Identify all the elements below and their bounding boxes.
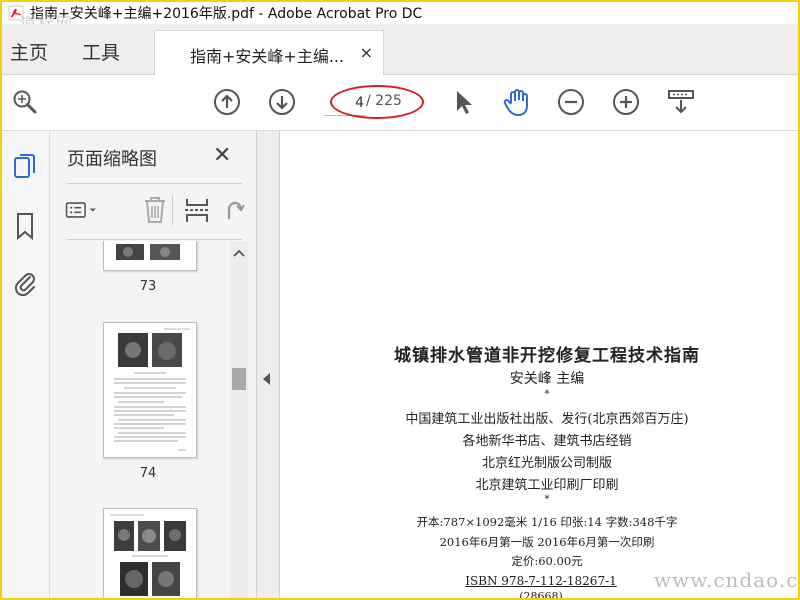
document-editor: 安关峰 主编	[509, 371, 585, 387]
document-edition: 2016年6月第一版 2016年6月第一次印刷	[439, 535, 655, 549]
left-navigation-rail	[2, 131, 50, 598]
page-thumbnails-icon[interactable]	[10, 153, 40, 183]
document-separator: *	[544, 389, 550, 400]
collapse-panel-icon[interactable]	[263, 373, 270, 385]
previous-page-icon[interactable]	[212, 87, 242, 117]
document-separator: *	[544, 494, 550, 505]
window-title: 指南+安关峰+主编+2016年版.pdf - Adobe Acrobat Pro…	[30, 6, 423, 22]
close-tab-icon[interactable]: ×	[360, 43, 373, 62]
rotate-page-icon[interactable]	[218, 193, 248, 227]
thumbnail-list: 73 74	[67, 241, 227, 598]
zoom-in-icon[interactable]	[611, 87, 641, 117]
scrollbar-thumb[interactable]	[232, 368, 246, 390]
panel-divider	[67, 239, 242, 240]
page-thumbnail[interactable]	[103, 241, 197, 271]
document-page-area[interactable]: 城镇排水管道非开挖修复工程技术指南 安关峰 主编 * 中国建筑工业出版社出版、发…	[280, 131, 798, 598]
zoom-out-icon[interactable]	[556, 87, 586, 117]
document-price: 定价:60.00元	[511, 554, 583, 568]
document-typesetting: 北京红光制版公司制版	[481, 456, 612, 471]
tab-bar: 主页 工具 指南+安关峰+主编... ×	[2, 24, 798, 76]
page-display-icon[interactable]	[666, 87, 696, 117]
attachments-icon[interactable]	[10, 267, 40, 297]
tab-tools[interactable]: 工具	[82, 38, 120, 65]
document-publisher: 中国建筑工业出版社出版、发行(北京西郊百万庄)	[405, 412, 689, 427]
panel-divider	[67, 183, 242, 184]
thumbnail-page-number: 74	[139, 466, 157, 481]
page-thumbnail[interactable]	[103, 322, 197, 458]
select-cursor-icon[interactable]	[448, 87, 478, 117]
page-total: / 225	[366, 93, 402, 109]
document-printing: 北京建筑工业印刷厂印刷	[475, 478, 619, 493]
thumbnail-options-icon[interactable]	[65, 193, 99, 227]
tab-document-label: 指南+安关峰+主编...	[190, 47, 345, 66]
panel-close-icon[interactable]: ✕	[213, 143, 231, 168]
main-toolbar: / 225	[2, 75, 798, 131]
thumbnail-page-number: 73	[139, 279, 157, 294]
window-titlebar: 指南+安关峰+主编+2016年版.pdf - Adobe Acrobat Pro…	[2, 2, 798, 24]
next-page-icon[interactable]	[267, 87, 297, 117]
tab-document[interactable]: 指南+安关峰+主编... ×	[154, 30, 384, 76]
page-thumbnail[interactable]	[103, 508, 197, 598]
scroll-up-icon[interactable]	[230, 245, 248, 261]
thumbnail-panel: 页面缩略图 ✕ 73 74	[50, 131, 257, 598]
tab-home[interactable]: 主页	[10, 38, 48, 65]
search-icon[interactable]	[10, 87, 40, 117]
insert-page-icon[interactable]	[180, 193, 214, 227]
watermark-bottom: www.cndao.com	[654, 568, 800, 592]
thumbnail-scrollbar[interactable]	[230, 241, 248, 598]
bookmarks-icon[interactable]	[10, 211, 40, 241]
document-distribution: 各地新华书店、建筑书店经销	[462, 434, 632, 449]
hand-tool-icon[interactable]	[502, 87, 532, 117]
document-format: 开本:787×1092毫米 1/16 印张:14 字数:348千字	[416, 515, 678, 529]
delete-page-icon[interactable]	[138, 193, 172, 227]
document-title: 城镇排水管道非开挖修复工程技术指南	[394, 346, 700, 366]
panel-title: 页面缩略图	[67, 149, 157, 170]
panel-toolbar-separator	[172, 195, 173, 225]
page-number-input[interactable]	[324, 91, 366, 116]
panel-collapse-strip	[257, 131, 280, 598]
